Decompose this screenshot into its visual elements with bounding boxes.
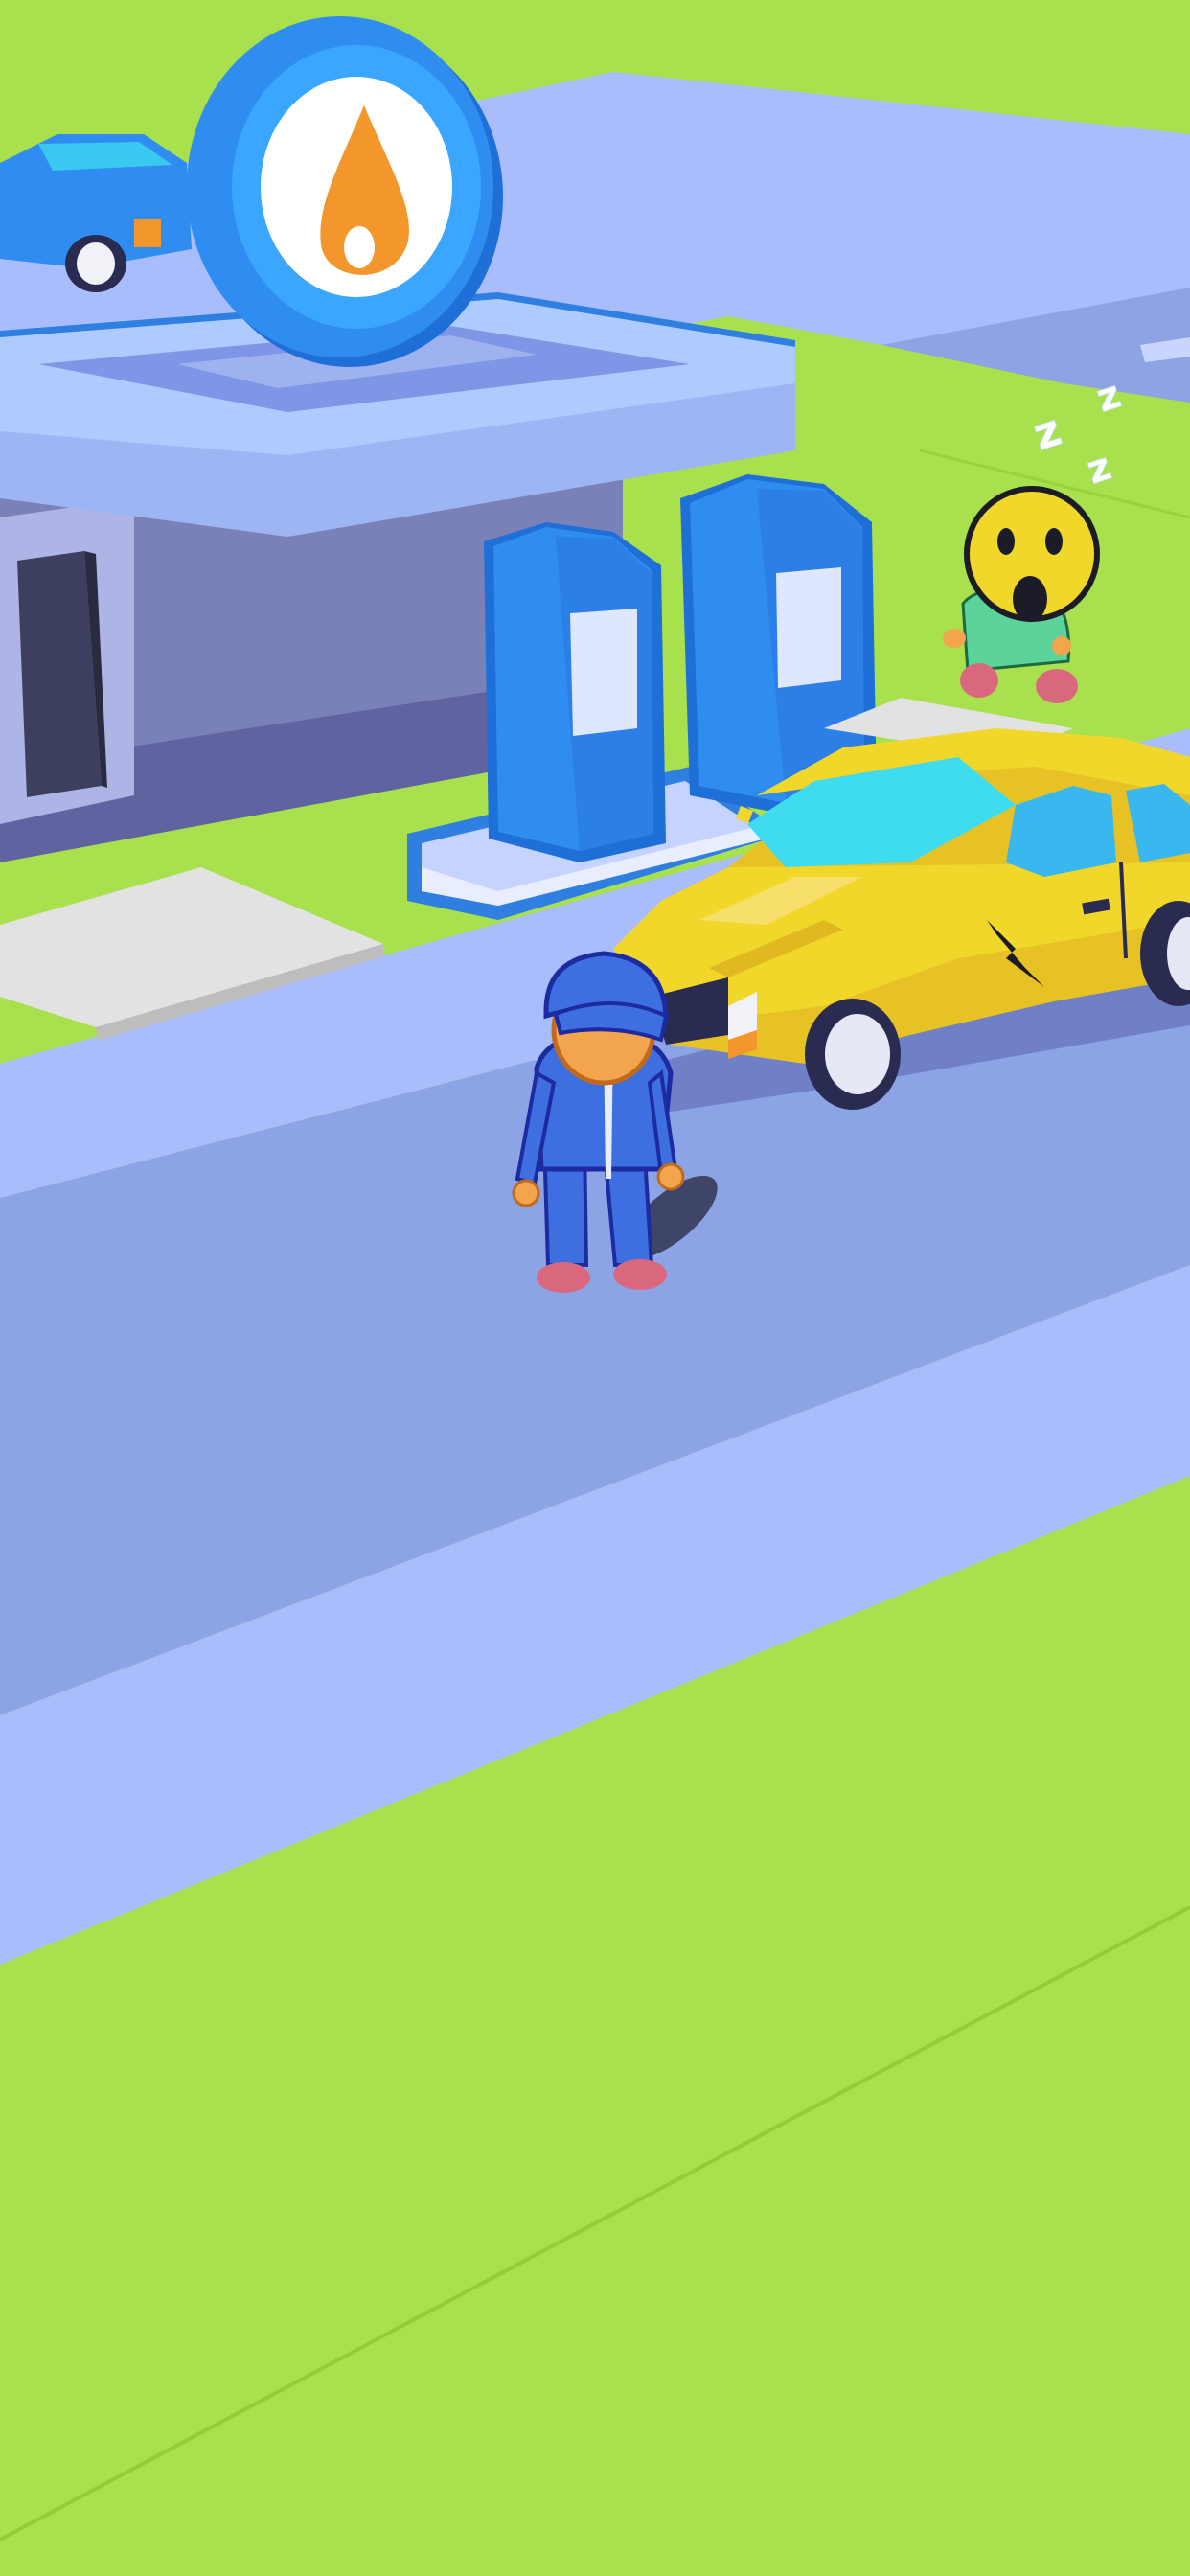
game-scene[interactable]: z z z [0,0,1190,2576]
surprised-face-icon [964,486,1100,622]
fuel-pump-1[interactable] [484,522,666,862]
